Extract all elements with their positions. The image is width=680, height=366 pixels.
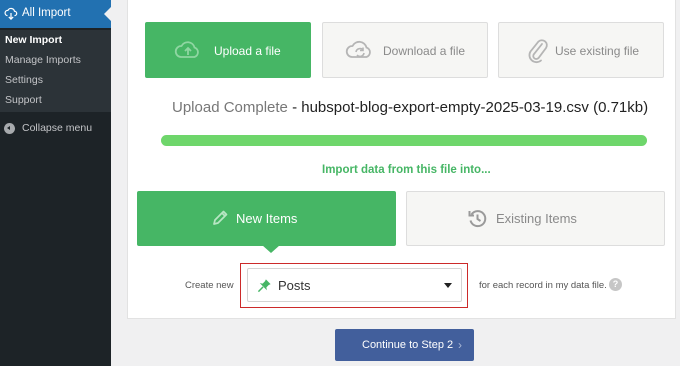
use-existing-file-button[interactable]: Use existing file bbox=[498, 22, 664, 78]
sidebar-submenu: New Import Manage Imports Settings Suppo… bbox=[0, 30, 111, 112]
cloud-upload-icon bbox=[174, 41, 199, 58]
upload-filesize: (0.71kb) bbox=[593, 99, 649, 116]
download-file-button[interactable]: Download a file bbox=[322, 22, 488, 78]
per-record-label: for each record in my data file. bbox=[479, 280, 607, 291]
cloud-import-icon bbox=[4, 7, 18, 20]
new-items-label: New Items bbox=[236, 211, 298, 226]
pushpin-icon bbox=[257, 279, 271, 293]
new-items-button[interactable]: New Items bbox=[137, 191, 396, 253]
admin-sidebar: All Import New Import Manage Imports Set… bbox=[0, 0, 111, 366]
history-icon bbox=[468, 210, 487, 228]
sidebar-item-all-import[interactable]: All Import bbox=[0, 0, 111, 28]
upload-progress-bar bbox=[161, 135, 647, 146]
upload-state: Upload Complete bbox=[172, 99, 288, 116]
chevron-right-icon: › bbox=[458, 338, 462, 352]
post-type-select[interactable]: Posts bbox=[247, 268, 462, 302]
download-file-label: Download a file bbox=[383, 44, 466, 58]
post-type-value: Posts bbox=[278, 278, 311, 293]
sidebar-item-new-import[interactable]: New Import bbox=[5, 34, 62, 46]
paperclip-icon bbox=[528, 39, 548, 64]
upload-progress-fill bbox=[161, 135, 647, 146]
existing-items-button[interactable]: Existing Items bbox=[406, 191, 665, 246]
collapse-arrow-icon bbox=[4, 123, 15, 134]
sidebar-item-support[interactable]: Support bbox=[5, 94, 42, 106]
continue-label: Continue to Step 2 bbox=[362, 339, 454, 351]
upload-status: Upload Complete - hubspot-blog-export-em… bbox=[172, 99, 648, 116]
use-existing-file-label: Use existing file bbox=[555, 44, 640, 58]
sidebar-item-manage-imports[interactable]: Manage Imports bbox=[5, 54, 81, 66]
sidebar-item-settings[interactable]: Settings bbox=[5, 74, 43, 86]
chevron-down-icon bbox=[444, 283, 452, 288]
continue-button[interactable]: Continue to Step 2 › bbox=[335, 329, 474, 361]
upload-filename: hubspot-blog-export-empty-2025-03-19.csv bbox=[301, 99, 589, 116]
cloud-sync-icon bbox=[345, 40, 371, 58]
pencil-icon bbox=[213, 210, 228, 225]
help-icon[interactable]: ? bbox=[609, 278, 622, 291]
upload-file-button[interactable]: Upload a file bbox=[145, 22, 311, 78]
create-new-label: Create new bbox=[185, 280, 234, 291]
existing-items-label: Existing Items bbox=[496, 211, 577, 226]
selection-notch bbox=[262, 245, 280, 253]
import-into-label: Import data from this file into... bbox=[322, 164, 491, 176]
sidebar-title: All Import bbox=[22, 7, 71, 19]
active-menu-pointer bbox=[104, 7, 111, 21]
upload-file-label: Upload a file bbox=[214, 44, 281, 58]
upload-separator: - bbox=[287, 99, 302, 116]
collapse-menu-label: Collapse menu bbox=[22, 122, 93, 134]
